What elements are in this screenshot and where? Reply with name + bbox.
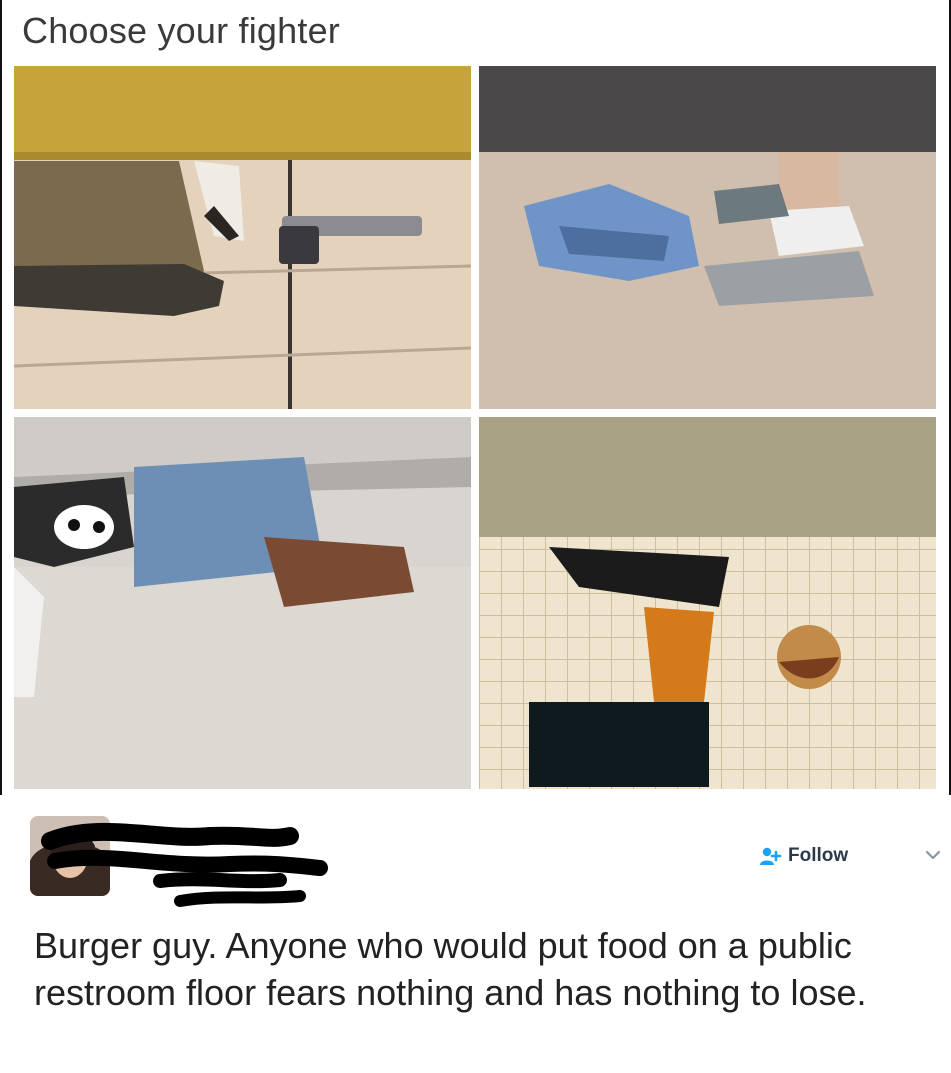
panel-gun-under-stall: [14, 66, 471, 409]
meme-caption: Choose your fighter: [22, 10, 340, 51]
chevron-down-icon[interactable]: [925, 849, 941, 861]
add-person-icon: [760, 847, 782, 865]
tweet-card: Follow Burger guy. Anyone who would put …: [0, 795, 951, 1073]
follow-button[interactable]: Follow: [758, 842, 848, 870]
tweet-body: Burger guy. Anyone who would put food on…: [34, 925, 867, 1013]
panel-burger-fries-under-stall: [479, 417, 936, 789]
follow-label: Follow: [788, 845, 849, 866]
panel-dog-under-stall: [14, 417, 471, 789]
panel-sandals-under-stall: [479, 66, 936, 409]
redaction-scribble: [41, 822, 328, 907]
